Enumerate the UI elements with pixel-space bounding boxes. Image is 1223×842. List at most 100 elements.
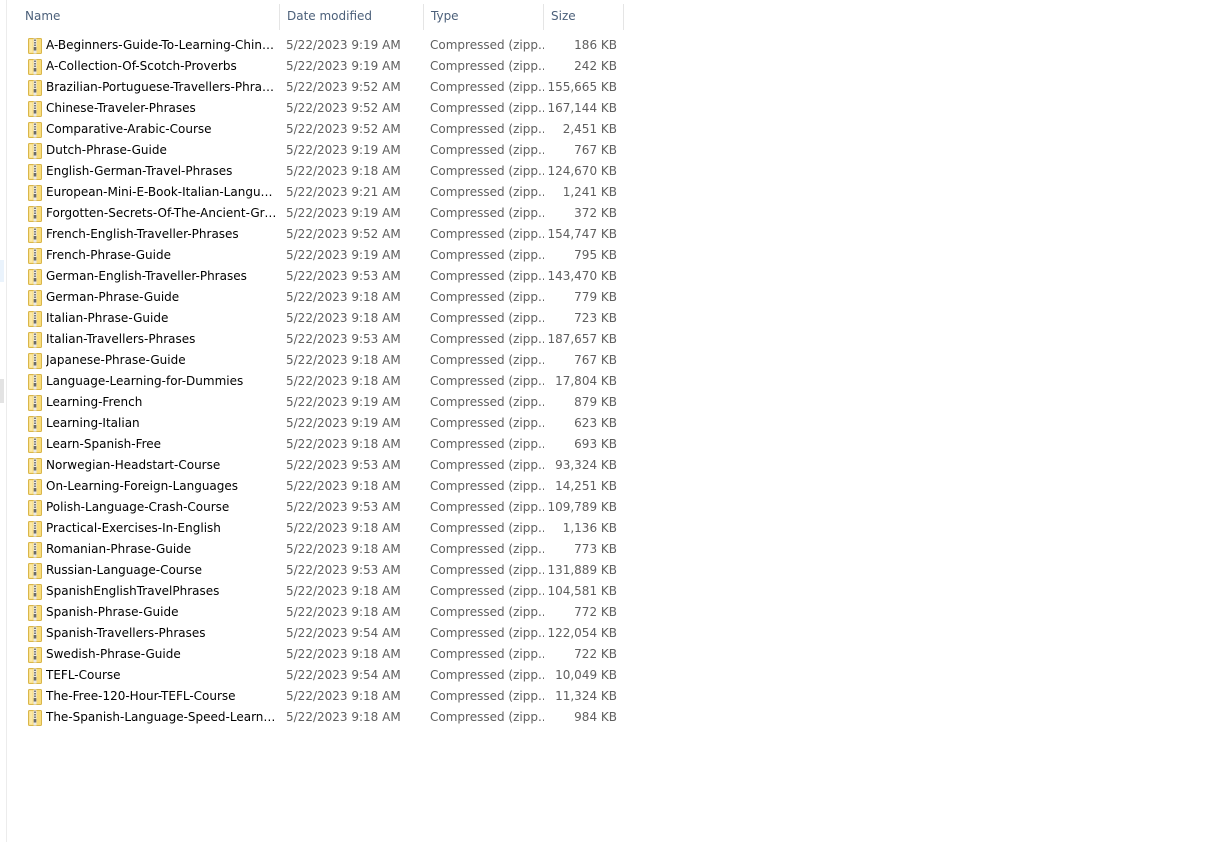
- file-name-cell: The-Spanish-Language-Speed-Learning-...: [18, 707, 280, 728]
- file-row[interactable]: Norwegian-Headstart-Course 5/22/2023 9:5…: [18, 455, 624, 476]
- file-date-modified: 5/22/2023 9:19 AM: [286, 38, 401, 52]
- file-type: Compressed (zipp...: [430, 122, 544, 136]
- file-size: 879 KB: [574, 395, 617, 409]
- file-date-modified: 5/22/2023 9:54 AM: [286, 668, 401, 682]
- file-name-cell: Norwegian-Headstart-Course: [18, 455, 280, 476]
- file-size: 372 KB: [574, 206, 617, 220]
- file-row[interactable]: Dutch-Phrase-Guide 5/22/2023 9:19 AM Com…: [18, 140, 624, 161]
- zip-folder-icon: [28, 184, 42, 201]
- file-date-modified: 5/22/2023 9:52 AM: [286, 227, 401, 241]
- file-row[interactable]: On-Learning-Foreign-Languages 5/22/2023 …: [18, 476, 624, 497]
- column-header-type[interactable]: Type: [424, 0, 544, 32]
- file-row[interactable]: Italian-Phrase-Guide 5/22/2023 9:18 AM C…: [18, 308, 624, 329]
- column-header-name[interactable]: ^ Name: [18, 0, 280, 32]
- file-name-cell: Practical-Exercises-In-English: [18, 518, 280, 539]
- file-type: Compressed (zipp...: [430, 101, 544, 115]
- file-row[interactable]: Spanish-Travellers-Phrases 5/22/2023 9:5…: [18, 623, 624, 644]
- file-name: Swedish-Phrase-Guide: [46, 647, 181, 661]
- file-row[interactable]: Japanese-Phrase-Guide 5/22/2023 9:18 AM …: [18, 350, 624, 371]
- file-name: A-Beginners-Guide-To-Learning-Chinese: [46, 38, 278, 52]
- zip-folder-icon: [28, 436, 42, 453]
- file-name: Spanish-Travellers-Phrases: [46, 626, 206, 640]
- file-name-cell: Swedish-Phrase-Guide: [18, 644, 280, 665]
- zip-folder-icon: [28, 58, 42, 75]
- zip-folder-icon: [28, 268, 42, 285]
- file-type: Compressed (zipp...: [430, 416, 544, 430]
- file-row[interactable]: German-English-Traveller-Phrases 5/22/20…: [18, 266, 624, 287]
- file-size: 186 KB: [574, 38, 617, 52]
- file-name: Language-Learning-for-Dummies: [46, 374, 244, 388]
- file-row[interactable]: French-Phrase-Guide 5/22/2023 9:19 AM Co…: [18, 245, 624, 266]
- file-size: 124,670 KB: [547, 164, 617, 178]
- file-row[interactable]: Brazilian-Portuguese-Travellers-Phrases …: [18, 77, 624, 98]
- file-date-modified: 5/22/2023 9:19 AM: [286, 59, 401, 73]
- column-header-date-modified[interactable]: Date modified: [280, 0, 424, 32]
- file-row[interactable]: Language-Learning-for-Dummies 5/22/2023 …: [18, 371, 624, 392]
- file-name-cell: Language-Learning-for-Dummies: [18, 371, 280, 392]
- file-row[interactable]: Chinese-Traveler-Phrases 5/22/2023 9:52 …: [18, 98, 624, 119]
- file-size: 767 KB: [574, 353, 617, 367]
- file-type: Compressed (zipp...: [430, 311, 544, 325]
- file-row[interactable]: Polish-Language-Crash-Course 5/22/2023 9…: [18, 497, 624, 518]
- file-type: Compressed (zipp...: [430, 143, 544, 157]
- navigation-pane-divider[interactable]: [6, 0, 7, 842]
- file-size: 11,324 KB: [555, 689, 617, 703]
- file-type: Compressed (zipp...: [430, 227, 544, 241]
- file-row[interactable]: English-German-Travel-Phrases 5/22/2023 …: [18, 161, 624, 182]
- file-row[interactable]: Swedish-Phrase-Guide 5/22/2023 9:18 AM C…: [18, 644, 624, 665]
- column-header-size[interactable]: Size: [544, 0, 624, 32]
- file-type: Compressed (zipp...: [430, 689, 544, 703]
- file-name-cell: A-Beginners-Guide-To-Learning-Chinese: [18, 35, 280, 56]
- file-row[interactable]: A-Collection-Of-Scotch-Proverbs 5/22/202…: [18, 56, 624, 77]
- file-size: 10,049 KB: [555, 668, 617, 682]
- file-list-view: ^ Name Date modified Type Size A-Beginne…: [18, 0, 624, 727]
- file-name: Italian-Travellers-Phrases: [46, 332, 196, 346]
- file-type: Compressed (zipp...: [430, 38, 544, 52]
- file-name-cell: German-English-Traveller-Phrases: [18, 266, 280, 287]
- file-row[interactable]: Learning-French 5/22/2023 9:19 AM Compre…: [18, 392, 624, 413]
- file-type: Compressed (zipp...: [430, 332, 544, 346]
- file-name-cell: Learning-Italian: [18, 413, 280, 434]
- zip-folder-icon: [28, 625, 42, 642]
- file-row[interactable]: Forgotten-Secrets-Of-The-Ancient-Greek 5…: [18, 203, 624, 224]
- file-type: Compressed (zipp...: [430, 248, 544, 262]
- zip-folder-icon: [28, 667, 42, 684]
- file-row[interactable]: Russian-Language-Course 5/22/2023 9:53 A…: [18, 560, 624, 581]
- file-row[interactable]: The-Free-120-Hour-TEFL-Course 5/22/2023 …: [18, 686, 624, 707]
- file-name: SpanishEnglishTravelPhrases: [46, 584, 220, 598]
- file-name: Forgotten-Secrets-Of-The-Ancient-Greek: [46, 206, 278, 220]
- file-row[interactable]: A-Beginners-Guide-To-Learning-Chinese 5/…: [18, 35, 624, 56]
- file-row[interactable]: German-Phrase-Guide 5/22/2023 9:18 AM Co…: [18, 287, 624, 308]
- file-type: Compressed (zipp...: [430, 647, 544, 661]
- file-name: The-Spanish-Language-Speed-Learning-...: [46, 710, 278, 724]
- file-name: Dutch-Phrase-Guide: [46, 143, 167, 157]
- file-name-cell: The-Free-120-Hour-TEFL-Course: [18, 686, 280, 707]
- zip-folder-icon: [28, 163, 42, 180]
- file-row[interactable]: French-English-Traveller-Phrases 5/22/20…: [18, 224, 624, 245]
- file-name: French-Phrase-Guide: [46, 248, 171, 262]
- file-row[interactable]: Learning-Italian 5/22/2023 9:19 AM Compr…: [18, 413, 624, 434]
- file-row[interactable]: Practical-Exercises-In-English 5/22/2023…: [18, 518, 624, 539]
- file-row[interactable]: Romanian-Phrase-Guide 5/22/2023 9:18 AM …: [18, 539, 624, 560]
- file-row[interactable]: The-Spanish-Language-Speed-Learning-... …: [18, 707, 624, 728]
- file-name-cell: Dutch-Phrase-Guide: [18, 140, 280, 161]
- file-row[interactable]: European-Mini-E-Book-Italian-Language...…: [18, 182, 624, 203]
- file-name: Learning-French: [46, 395, 143, 409]
- file-row[interactable]: Spanish-Phrase-Guide 5/22/2023 9:18 AM C…: [18, 602, 624, 623]
- file-type: Compressed (zipp...: [430, 500, 544, 514]
- file-row[interactable]: Italian-Travellers-Phrases 5/22/2023 9:5…: [18, 329, 624, 350]
- column-header-name-label: Name: [25, 9, 61, 23]
- file-row[interactable]: SpanishEnglishTravelPhrases 5/22/2023 9:…: [18, 581, 624, 602]
- file-row[interactable]: TEFL-Course 5/22/2023 9:54 AM Compressed…: [18, 665, 624, 686]
- file-size: 122,054 KB: [547, 626, 617, 640]
- file-row[interactable]: Comparative-Arabic-Course 5/22/2023 9:52…: [18, 119, 624, 140]
- file-date-modified: 5/22/2023 9:18 AM: [286, 479, 401, 493]
- zip-folder-icon: [28, 688, 42, 705]
- file-date-modified: 5/22/2023 9:53 AM: [286, 332, 401, 346]
- file-name: Romanian-Phrase-Guide: [46, 542, 192, 556]
- file-size: 779 KB: [574, 290, 617, 304]
- file-name: Practical-Exercises-In-English: [46, 521, 221, 535]
- file-size: 187,657 KB: [547, 332, 617, 346]
- file-date-modified: 5/22/2023 9:18 AM: [286, 437, 401, 451]
- file-row[interactable]: Learn-Spanish-Free 5/22/2023 9:18 AM Com…: [18, 434, 624, 455]
